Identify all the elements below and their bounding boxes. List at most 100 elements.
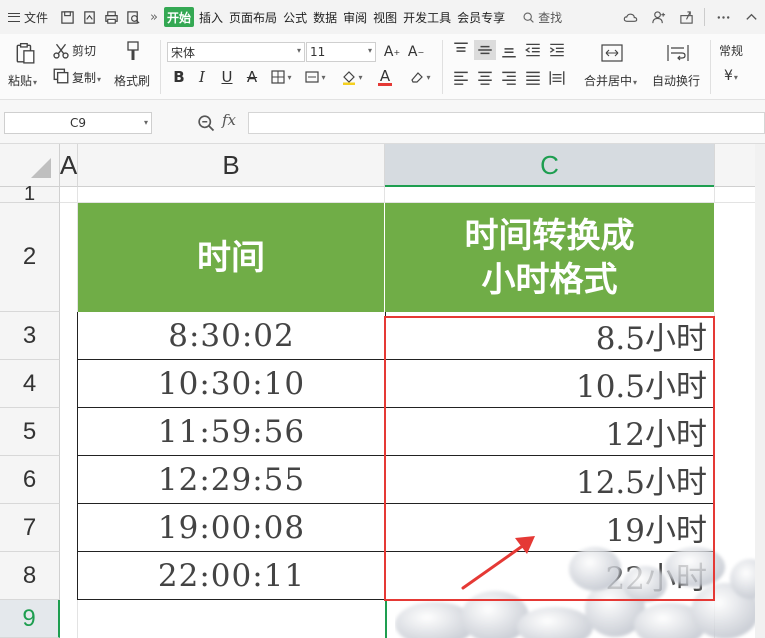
distributed-align-icon[interactable]	[546, 68, 568, 88]
chevron-down-icon: ▾	[97, 75, 102, 84]
row-header-5[interactable]: 5	[0, 408, 60, 456]
row-header-6[interactable]: 6	[0, 456, 60, 504]
font-color-icon[interactable]: A	[370, 67, 400, 87]
bold-icon[interactable]: B	[169, 67, 189, 87]
wrap-text-button[interactable]: 自动换行	[652, 72, 700, 89]
number-format-select[interactable]: 常规	[719, 42, 743, 59]
tab-view[interactable]: 视图	[370, 0, 400, 34]
hours-cell[interactable]: 12小时	[385, 408, 715, 456]
justify-icon[interactable]	[522, 68, 544, 88]
cell-style-icon[interactable]: ▾	[300, 67, 330, 87]
merge-center-button[interactable]: 合并居中▾	[584, 72, 637, 89]
zoom-formula-icon[interactable]	[196, 113, 216, 133]
tab-home[interactable]: 开始	[164, 7, 195, 27]
tab-data[interactable]: 数据	[310, 0, 340, 34]
formula-input[interactable]	[248, 112, 765, 134]
formula-bar: C9 ▾ fx	[0, 100, 765, 144]
time-cell[interactable]: 22:00:11	[77, 552, 386, 600]
tab-member[interactable]: 会员专享	[454, 0, 508, 34]
merge-center-icon[interactable]	[598, 40, 626, 66]
hours-cell[interactable]: 10.5小时	[385, 360, 715, 408]
name-box-value: C9	[69, 116, 86, 130]
menu-bar: 文件 » 开始 插入 页面布局 公式 数据 审阅 视图 开发工具 会员专享 查找	[0, 0, 765, 34]
time-cell[interactable]: 10:30:10	[77, 360, 386, 408]
share-icon[interactable]	[672, 0, 700, 34]
align-top-icon[interactable]	[450, 40, 472, 60]
chevron-down-icon: ▾	[733, 73, 738, 82]
copy-icon	[52, 67, 70, 85]
file-menu-button[interactable]: 文件	[0, 0, 56, 34]
insert-function-button[interactable]: fx	[222, 111, 236, 129]
time-cell[interactable]: 11:59:56	[77, 408, 386, 456]
align-bottom-icon[interactable]	[498, 40, 520, 60]
tab-page-layout[interactable]: 页面布局	[226, 0, 280, 34]
underline-icon[interactable]: U	[217, 67, 237, 87]
font-size-select[interactable]: 11 ▾	[306, 42, 376, 62]
ribbon-separator	[710, 40, 711, 94]
format-painter-button[interactable]: 格式刷	[114, 72, 150, 89]
paste-button[interactable]: 粘贴▾	[8, 72, 37, 89]
time-cell[interactable]: 8:30:02	[77, 312, 386, 360]
collapse-ribbon-icon[interactable]	[737, 0, 765, 34]
cloud-sync-icon[interactable]	[616, 0, 644, 34]
align-center-icon[interactable]	[474, 68, 496, 88]
print-preview-icon[interactable]	[122, 0, 144, 34]
user-icon[interactable]	[644, 0, 672, 34]
decrease-font-size-icon[interactable]: A −	[406, 42, 426, 62]
tab-review[interactable]: 审阅	[340, 0, 370, 34]
row-header-1[interactable]: 1	[0, 184, 60, 204]
name-box[interactable]: C9 ▾	[4, 112, 152, 134]
format-painter-icon[interactable]	[120, 38, 146, 66]
more-options-icon[interactable]	[709, 0, 737, 34]
print-icon[interactable]	[100, 0, 122, 34]
row-header-7[interactable]: 7	[0, 504, 60, 552]
hours-cell[interactable]: 8.5小时	[385, 312, 715, 360]
increase-font-size-icon[interactable]: A +	[382, 42, 402, 62]
tab-formulas[interactable]: 公式	[280, 0, 310, 34]
header-hours-line2: 小时格式	[481, 259, 618, 300]
strikethrough-icon[interactable]: A	[242, 67, 262, 87]
time-cell[interactable]: 12:29:55	[77, 456, 386, 504]
wrap-text-icon[interactable]	[664, 40, 692, 66]
column-header-b[interactable]: B	[78, 144, 385, 187]
align-left-icon[interactable]	[450, 68, 472, 88]
row-header-2[interactable]: 2	[0, 203, 60, 312]
time-cell[interactable]: 19:00:08	[77, 504, 386, 552]
row-header-4[interactable]: 4	[0, 360, 60, 408]
header-cell-time[interactable]: 时间	[78, 203, 385, 312]
column-header-a[interactable]: A	[60, 144, 78, 187]
search-box[interactable]: 查找	[522, 9, 562, 26]
tab-developer[interactable]: 开发工具	[400, 0, 454, 34]
toolbar-separator	[704, 8, 705, 26]
currency-format-button[interactable]: ¥▾	[724, 68, 738, 84]
tab-insert[interactable]: 插入	[196, 0, 226, 34]
spreadsheet-grid: A B C 1 2 3 4 5 6 7 8 9 时间 时间转换成 小时格式 8:…	[0, 144, 765, 638]
increase-indent-icon[interactable]	[546, 40, 568, 60]
scissors-icon	[52, 42, 70, 60]
borders-icon[interactable]: ▾	[266, 67, 296, 87]
row-header-8[interactable]: 8	[0, 552, 60, 600]
hours-cell[interactable]: 22小时	[385, 552, 715, 600]
more-toolbar-button[interactable]: »	[144, 10, 164, 25]
hours-cell[interactable]: 19小时	[385, 504, 715, 552]
align-middle-icon[interactable]	[474, 40, 496, 60]
row-header-3[interactable]: 3	[0, 312, 60, 360]
font-name-select[interactable]: 宋体 ▾	[167, 42, 305, 62]
hours-cell[interactable]: 12.5小时	[385, 456, 715, 504]
save-icon[interactable]	[56, 0, 78, 34]
align-right-icon[interactable]	[498, 68, 520, 88]
select-all-button[interactable]	[0, 144, 60, 187]
header-cell-hours[interactable]: 时间转换成 小时格式	[385, 203, 715, 312]
paste-icon[interactable]	[12, 40, 38, 66]
cut-button[interactable]: 剪切	[72, 42, 96, 59]
export-pdf-icon[interactable]	[78, 0, 100, 34]
row-header-9[interactable]: 9	[0, 600, 60, 638]
clear-format-icon[interactable]: ▾	[405, 67, 435, 87]
column-header-c[interactable]: C	[385, 144, 715, 187]
fill-color-icon[interactable]: ▾	[337, 67, 367, 87]
decrease-indent-icon[interactable]	[522, 40, 544, 60]
italic-icon[interactable]: I	[192, 67, 212, 87]
vertical-scrollbar[interactable]	[755, 144, 765, 638]
chevron-down-icon: ▾	[33, 78, 38, 87]
copy-button[interactable]: 复制▾	[72, 69, 101, 86]
